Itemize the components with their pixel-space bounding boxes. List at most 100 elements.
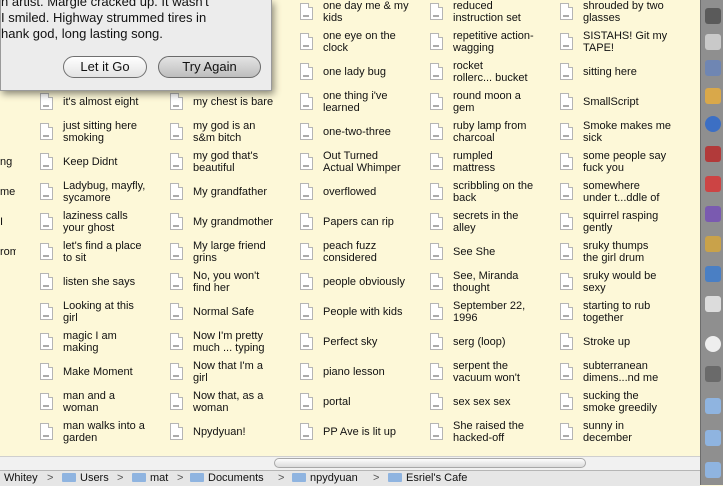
- file-item[interactable]: PP Ave is lit up: [300, 420, 428, 450]
- file-item[interactable]: portal: [300, 390, 428, 420]
- file-item[interactable]: my god that's beautiful: [170, 150, 298, 180]
- file-item[interactable]: Keep Didnt: [40, 150, 168, 180]
- file-name: my god that's beautiful: [193, 150, 259, 174]
- file-item[interactable]: No, you won't find her: [170, 270, 298, 300]
- scrollbar-thumb[interactable]: [274, 458, 586, 468]
- file-item[interactable]: round moon a gem: [430, 90, 558, 120]
- file-item[interactable]: September 22, 1996: [430, 300, 558, 330]
- file-item[interactable]: repetitive action- wagging: [430, 30, 558, 60]
- file-item[interactable]: secrets in the alley: [430, 210, 558, 240]
- file-item[interactable]: man and a woman: [40, 390, 168, 420]
- file-item[interactable]: my chest is bare: [170, 90, 298, 120]
- dock-app-icon[interactable]: [705, 60, 721, 76]
- file-item[interactable]: one-two-three: [300, 120, 428, 150]
- file-item[interactable]: SmallScript: [560, 90, 688, 120]
- file-item[interactable]: ruby lamp from charcoal: [430, 120, 558, 150]
- file-item[interactable]: peach fuzz considered: [300, 240, 428, 270]
- file-item[interactable]: laziness calls your ghost: [40, 210, 168, 240]
- file-item[interactable]: Normal Safe: [170, 300, 298, 330]
- file-item[interactable]: Make Moment: [40, 360, 168, 390]
- file-item[interactable]: SISTAHS! Git my TAPE!: [560, 30, 688, 60]
- dock-folder-icon[interactable]: [705, 430, 721, 446]
- file-item[interactable]: piano lesson: [300, 360, 428, 390]
- dock-app-icon[interactable]: [705, 366, 721, 382]
- dock-app-icon[interactable]: [705, 206, 721, 222]
- file-item[interactable]: subterranean dimens...nd me: [560, 360, 688, 390]
- file-item[interactable]: sitting here: [560, 60, 688, 90]
- file-item[interactable]: reduced instruction set: [430, 0, 558, 30]
- path-crumb[interactable]: npydyuan: [292, 472, 358, 485]
- dock-app-icon[interactable]: [705, 88, 721, 104]
- file-item[interactable]: just sitting here smoking: [40, 120, 168, 150]
- file-item[interactable]: sruky thumps the girl drum: [560, 240, 688, 270]
- horizontal-scrollbar[interactable]: [0, 456, 700, 470]
- file-item[interactable]: People with kids: [300, 300, 428, 330]
- file-item[interactable]: My grandmother: [170, 210, 298, 240]
- file-item[interactable]: sucking the smoke greedily: [560, 390, 688, 420]
- file-item[interactable]: let's find a place to sit: [40, 240, 168, 270]
- try-again-button[interactable]: Try Again: [158, 56, 261, 78]
- dock-app-icon[interactable]: [705, 116, 721, 132]
- file-item[interactable]: sunny in december: [560, 420, 688, 450]
- file-item[interactable]: man walks into a garden: [40, 420, 168, 450]
- file-item[interactable]: one eye on the clock: [300, 30, 428, 60]
- dock-app-icon[interactable]: [705, 236, 721, 252]
- file-item[interactable]: my god is an s&m bitch: [170, 120, 298, 150]
- file-item[interactable]: starting to rub together: [560, 300, 688, 330]
- file-item[interactable]: somewhere under t...ddle of: [560, 180, 688, 210]
- file-item[interactable]: one day me & my kids: [300, 0, 428, 30]
- file-item[interactable]: serpent the vacuum won't: [430, 360, 558, 390]
- dock-folder-icon[interactable]: [705, 462, 721, 478]
- file-item[interactable]: Perfect sky: [300, 330, 428, 360]
- file-item[interactable]: Now that, as a woman: [170, 390, 298, 420]
- file-item[interactable]: rocket rollerc... bucket: [430, 60, 558, 90]
- file-name: my chest is bare: [193, 96, 274, 108]
- file-item[interactable]: Now I'm pretty much ... typing: [170, 330, 298, 360]
- dock-folder-icon[interactable]: [705, 398, 721, 414]
- file-item[interactable]: rumpled mattress: [430, 150, 558, 180]
- dock-app-icon[interactable]: [705, 146, 721, 162]
- file-item[interactable]: Now that I'm a girl: [170, 360, 298, 390]
- dock-app-icon[interactable]: [705, 336, 721, 352]
- file-item[interactable]: scribbling on the back: [430, 180, 558, 210]
- file-item[interactable]: it's almost eight: [40, 90, 168, 120]
- dock-app-icon[interactable]: [705, 8, 721, 24]
- file-item[interactable]: one lady bug: [300, 60, 428, 90]
- path-crumb[interactable]: Whitey: [4, 472, 38, 485]
- file-item[interactable]: Ladybug, mayfly, sycamore: [40, 180, 168, 210]
- file-item[interactable]: Out Turned Actual Whimper: [300, 150, 428, 180]
- path-crumb[interactable]: mat: [132, 472, 168, 485]
- file-item[interactable]: Smoke makes me sick: [560, 120, 688, 150]
- document-icon: [300, 123, 313, 140]
- let-it-go-button[interactable]: Let it Go: [63, 56, 147, 78]
- file-item[interactable]: listen she says: [40, 270, 168, 300]
- file-item[interactable]: squirrel rasping gently: [560, 210, 688, 240]
- file-item[interactable]: some people say fuck you: [560, 150, 688, 180]
- file-item[interactable]: Npydyuan!: [170, 420, 298, 450]
- file-item[interactable]: Looking at this girl: [40, 300, 168, 330]
- file-item[interactable]: She raised the hacked-off: [430, 420, 558, 450]
- path-crumb[interactable]: Users: [62, 472, 109, 485]
- dock-app-icon[interactable]: [705, 266, 721, 282]
- path-crumb[interactable]: Documents: [190, 472, 264, 485]
- file-item[interactable]: serg (loop): [430, 330, 558, 360]
- file-item[interactable]: magic I am making: [40, 330, 168, 360]
- file-item[interactable]: people obviously: [300, 270, 428, 300]
- file-item[interactable]: Stroke up: [560, 330, 688, 360]
- file-item[interactable]: See She: [430, 240, 558, 270]
- file-item[interactable]: shrouded by two glasses: [560, 0, 688, 30]
- file-item[interactable]: See, Miranda thought: [430, 270, 558, 300]
- file-item[interactable]: My grandfather: [170, 180, 298, 210]
- file-item[interactable]: sruky would be sexy: [560, 270, 688, 300]
- path-crumb[interactable]: Esriel's Cafe: [388, 472, 467, 485]
- file-item[interactable]: My large friend grins: [170, 240, 298, 270]
- file-item[interactable]: Papers can rip: [300, 210, 428, 240]
- file-item[interactable]: one thing i've learned: [300, 90, 428, 120]
- file-item[interactable]: overflowed: [300, 180, 428, 210]
- dock-app-icon[interactable]: [705, 296, 721, 312]
- path-separator: >: [117, 472, 124, 484]
- file-name: sruky thumps the girl drum: [583, 240, 649, 264]
- dock-app-icon[interactable]: [705, 176, 721, 192]
- file-item[interactable]: sex sex sex: [430, 390, 558, 420]
- dock-app-icon[interactable]: [705, 34, 721, 50]
